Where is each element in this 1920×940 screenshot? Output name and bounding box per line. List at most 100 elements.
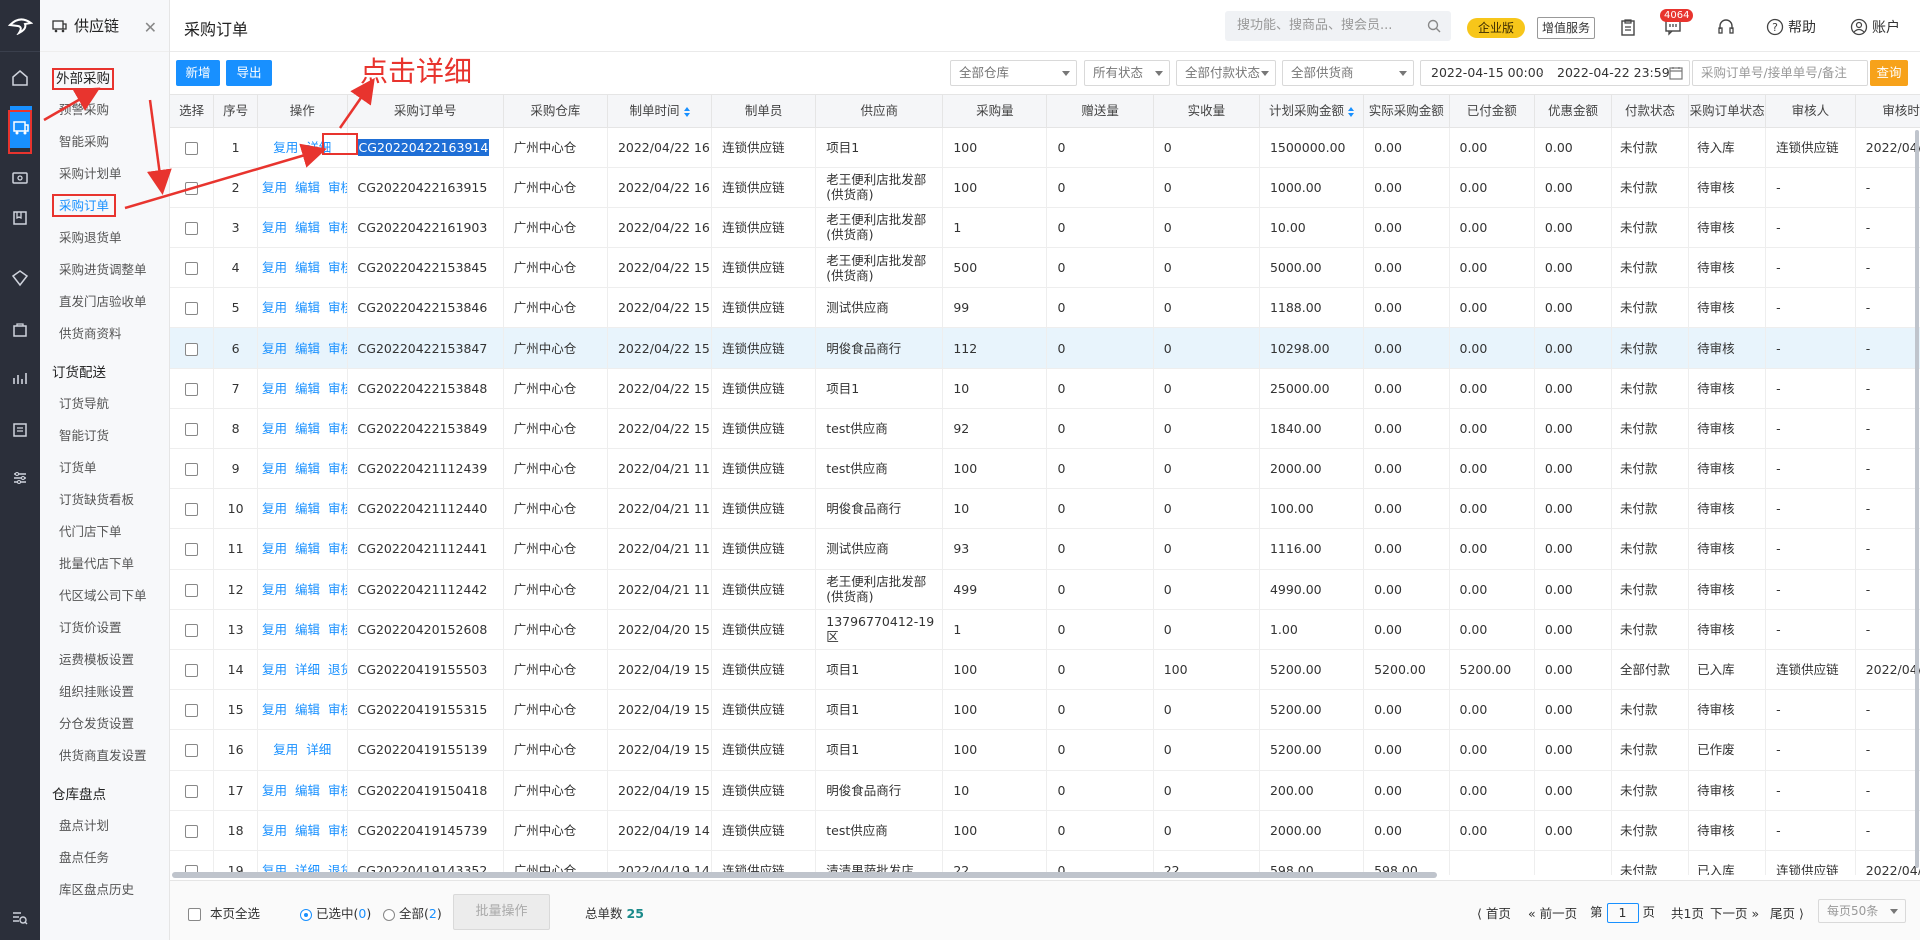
sidebar-group-label[interactable]: 订货配送: [40, 358, 169, 388]
row-checkbox[interactable]: [185, 503, 199, 517]
audit-link[interactable]: 审核: [328, 541, 346, 556]
sidebar-item[interactable]: 库区盘点历史: [40, 874, 169, 906]
table-row[interactable]: 6复用编辑审核CG20220422153847广州中心仓2022/04/22 1…: [170, 327, 1920, 369]
row-checkbox[interactable]: [185, 262, 199, 276]
table-row[interactable]: 3复用编辑审核CG20220422161903广州中心仓2022/04/22 1…: [170, 207, 1920, 249]
sidebar-item[interactable]: 订货单: [40, 452, 169, 484]
sidebar-item[interactable]: 智能采购: [40, 126, 169, 158]
clipboard-icon[interactable]: [1620, 16, 1636, 38]
cell-order-no[interactable]: CG20220419155139: [347, 729, 504, 771]
cell-order-no[interactable]: CG20220422153847: [347, 327, 504, 369]
table-row[interactable]: 8复用编辑审核CG20220422153849广州中心仓2022/04/22 1…: [170, 408, 1920, 450]
help-button[interactable]: ? 帮助: [1766, 16, 1816, 38]
edit-link[interactable]: 编辑: [295, 381, 320, 396]
sidebar-item[interactable]: 运费模板设置: [40, 644, 169, 676]
checkbox[interactable]: [188, 908, 201, 921]
audit-link[interactable]: 审核: [328, 702, 346, 717]
audit-link[interactable]: 审核: [328, 180, 346, 195]
audit-link[interactable]: 审核: [328, 260, 346, 275]
table-row[interactable]: 11复用编辑审核CG20220421112441广州中心仓2022/04/21 …: [170, 528, 1920, 570]
column-header[interactable]: 制单时间: [607, 95, 713, 128]
table-row[interactable]: 4复用编辑审核CG20220422153845广州中心仓2022/04/22 1…: [170, 247, 1920, 289]
sidebar-item[interactable]: 订货导航: [40, 388, 169, 420]
reuse-link[interactable]: 复用: [262, 662, 287, 677]
detail-link[interactable]: 详细: [295, 662, 320, 677]
select-page-checkbox[interactable]: 本页全选: [188, 907, 260, 921]
reuse-link[interactable]: 复用: [262, 702, 287, 717]
sidebar-item[interactable]: 供货商直发设置: [40, 740, 169, 772]
row-checkbox[interactable]: [185, 664, 199, 678]
book-icon[interactable]: [0, 198, 40, 238]
edit-link[interactable]: 编辑: [295, 541, 320, 556]
cell-order-no[interactable]: CG20220419150418: [347, 770, 504, 811]
wallet-icon[interactable]: [0, 158, 40, 198]
page-size-select[interactable]: 每页50条: [1818, 899, 1906, 923]
audit-link[interactable]: 审核: [328, 783, 346, 798]
audit-link[interactable]: 审核: [328, 381, 346, 396]
sidebar-item[interactable]: 供货商资料: [40, 318, 169, 350]
audit-link[interactable]: 审核: [328, 582, 346, 597]
payment-status-select[interactable]: 全部付款状态: [1176, 60, 1276, 86]
sort-icon[interactable]: [683, 106, 690, 117]
table-row[interactable]: 2复用编辑审核CG20220422163915广州中心仓2022/04/22 1…: [170, 167, 1920, 208]
cell-order-no[interactable]: CG20220422153845: [347, 247, 504, 289]
row-checkbox[interactable]: [185, 221, 199, 235]
close-icon[interactable]: ✕: [144, 18, 157, 37]
reuse-link[interactable]: 复用: [262, 582, 287, 597]
new-button[interactable]: 新增: [176, 60, 220, 86]
table-row[interactable]: 10复用编辑审核CG20220421112440广州中心仓2022/04/21 …: [170, 488, 1920, 530]
edit-link[interactable]: 编辑: [295, 421, 320, 436]
audit-link[interactable]: 审核: [328, 220, 346, 235]
reuse-link[interactable]: 复用: [262, 341, 287, 356]
edit-link[interactable]: 编辑: [295, 220, 320, 235]
sidebar-group-label[interactable]: 外部采购: [40, 64, 169, 94]
table-row[interactable]: 15复用编辑审核CG20220419155315广州中心仓2022/04/19 …: [170, 689, 1920, 731]
column-header[interactable]: 计划采购金额: [1259, 95, 1365, 128]
report-icon[interactable]: [0, 410, 40, 450]
reuse-link[interactable]: 复用: [262, 220, 287, 235]
sidebar-item[interactable]: 智能订货: [40, 420, 169, 452]
radio[interactable]: [300, 908, 312, 921]
cell-order-no[interactable]: CG20220422163914: [347, 127, 504, 168]
store-icon[interactable]: [0, 310, 40, 350]
sidebar-item[interactable]: 采购退货单: [40, 222, 169, 254]
audit-link[interactable]: 审核: [328, 461, 346, 476]
sidebar-item[interactable]: 订货缺货看板: [40, 484, 169, 516]
edit-link[interactable]: 编辑: [295, 783, 320, 798]
cell-order-no[interactable]: CG20220422153846: [347, 287, 504, 329]
sidebar-item[interactable]: 采购计划单: [40, 158, 169, 190]
reuse-link[interactable]: 复用: [262, 180, 287, 195]
cell-order-no[interactable]: CG20220421112442: [347, 569, 504, 610]
stats-icon[interactable]: [0, 358, 40, 398]
row-checkbox[interactable]: [185, 181, 199, 195]
search-menu-icon[interactable]: [0, 898, 40, 938]
edit-link[interactable]: 编辑: [295, 341, 320, 356]
audit-link[interactable]: 审核: [328, 622, 346, 637]
detail-link[interactable]: 详细: [306, 742, 331, 757]
cell-order-no[interactable]: CG20220419145739: [347, 810, 504, 851]
edit-link[interactable]: 编辑: [295, 702, 320, 717]
reuse-link[interactable]: 复用: [262, 421, 287, 436]
reuse-link[interactable]: 复用: [262, 783, 287, 798]
reuse-link[interactable]: 复用: [262, 300, 287, 315]
table-row[interactable]: 7复用编辑审核CG20220422153848广州中心仓2022/04/22 1…: [170, 368, 1920, 409]
sidebar-item[interactable]: 批量代店下单: [40, 548, 169, 580]
sidebar-item[interactable]: 代门店下单: [40, 516, 169, 548]
status-select[interactable]: 所有状态: [1084, 60, 1170, 86]
edit-link[interactable]: 编辑: [295, 300, 320, 315]
sort-icon[interactable]: [1348, 106, 1355, 117]
tag-icon[interactable]: [0, 258, 40, 298]
edit-link[interactable]: 编辑: [295, 823, 320, 838]
table-row[interactable]: 9复用编辑审核CG20220421112439广州中心仓2022/04/21 1…: [170, 448, 1920, 490]
sidebar-item[interactable]: 直发门店验收单: [40, 286, 169, 318]
sidebar-item[interactable]: 采购进货调整单: [40, 254, 169, 286]
edit-link[interactable]: 编辑: [295, 180, 320, 195]
cell-order-no[interactable]: CG20220421112441: [347, 528, 504, 570]
sidebar-item[interactable]: 盘点任务: [40, 842, 169, 874]
edit-link[interactable]: 编辑: [295, 622, 320, 637]
audit-link[interactable]: 审核: [328, 300, 346, 315]
reuse-link[interactable]: 复用: [262, 381, 287, 396]
reuse-link[interactable]: 复用: [262, 541, 287, 556]
row-checkbox[interactable]: [185, 543, 199, 557]
value-added-service-button[interactable]: 增值服务: [1537, 17, 1595, 39]
